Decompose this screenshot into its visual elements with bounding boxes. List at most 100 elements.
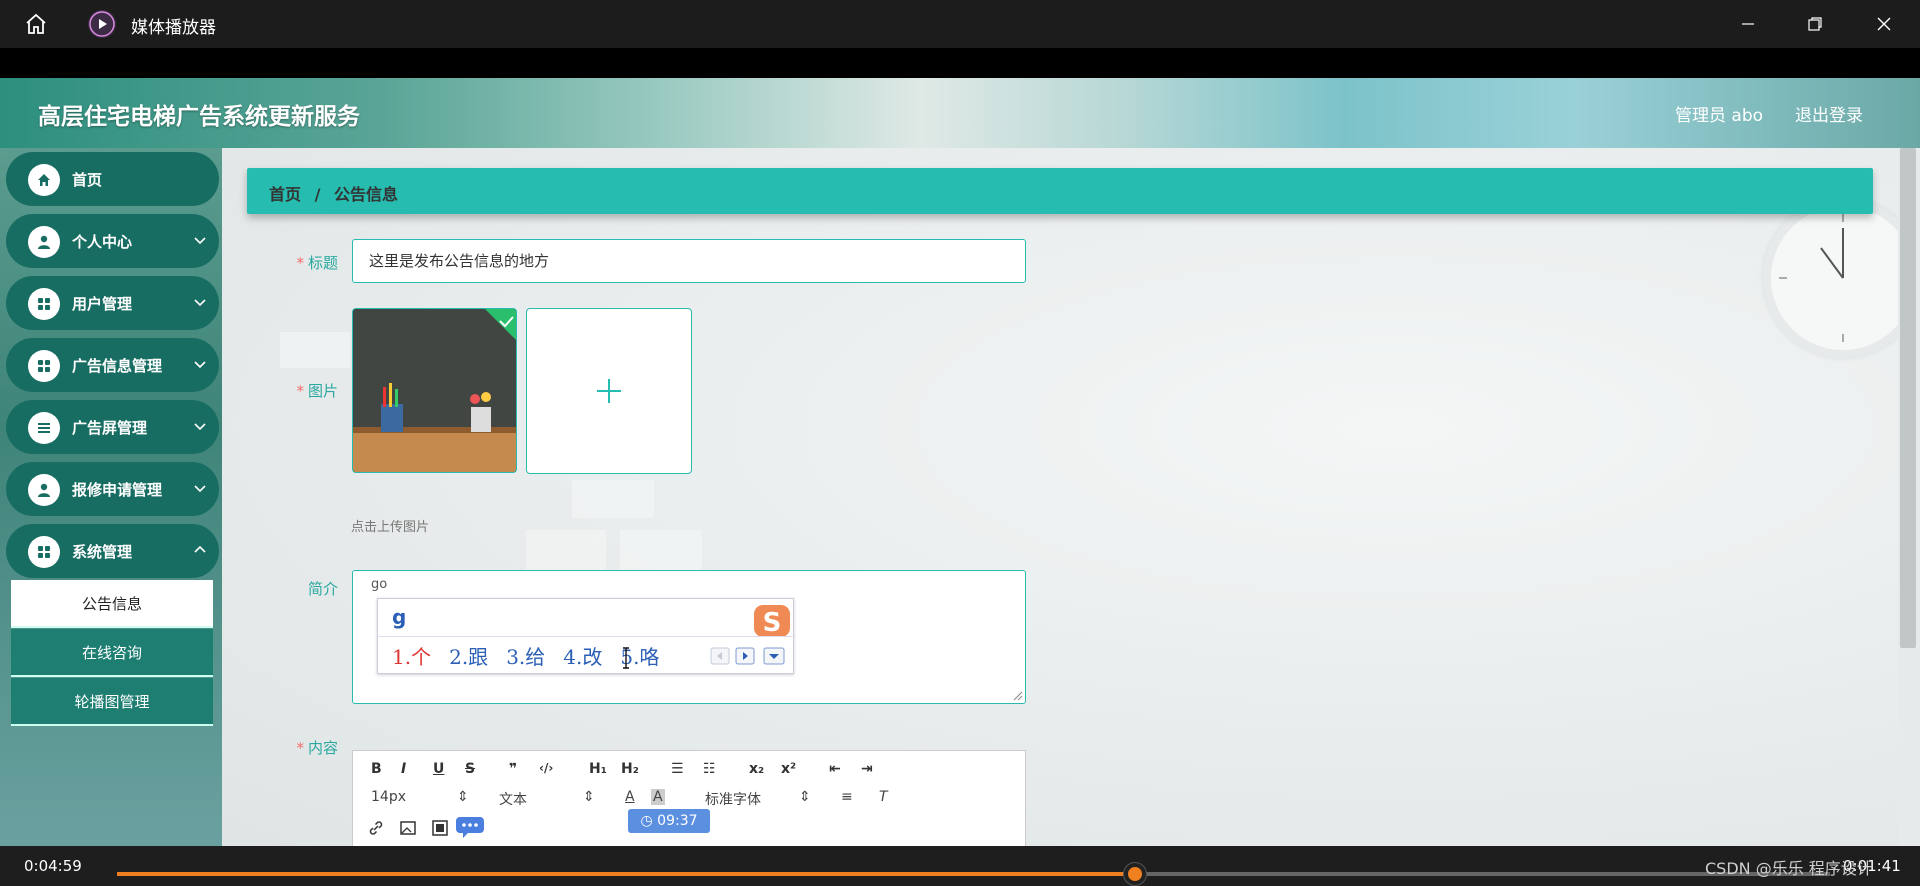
font-color-icon[interactable]: A xyxy=(625,789,635,805)
playback-controls: 0:04:59 0:01:41 xyxy=(0,846,1920,886)
chevron-up-icon xyxy=(194,545,206,553)
chat-bubble-icon[interactable] xyxy=(455,815,485,839)
sidebar-item-label: 报修申请管理 xyxy=(72,481,163,499)
sidebar-subitem-announcements[interactable]: 公告信息 xyxy=(11,580,213,628)
background-decoration xyxy=(526,530,606,570)
background-decoration xyxy=(280,332,350,368)
seek-bar-thumb[interactable] xyxy=(1123,863,1146,885)
image-upload-button[interactable] xyxy=(526,308,692,474)
watermark: CSDN @乐乐 程序设计 xyxy=(1705,859,1873,878)
chevron-down-icon xyxy=(194,423,206,431)
restore-button[interactable] xyxy=(1787,8,1843,40)
sidebar-item-label: 广告信息管理 xyxy=(72,357,163,375)
seek-bar-progress xyxy=(117,872,1135,876)
sidebar-item-ad-info[interactable]: 广告信息管理 xyxy=(6,338,219,392)
font-size-select[interactable]: 14px xyxy=(371,789,406,805)
breadcrumb-current: 公告信息 xyxy=(334,185,399,204)
text-cursor-icon xyxy=(623,647,629,669)
background-color-icon[interactable]: A xyxy=(651,789,665,805)
breadcrumb-bar: 首页 / 公告信息 xyxy=(247,168,1873,214)
sidebar-subitem-carousel[interactable]: 轮播图管理 xyxy=(11,678,213,726)
ordered-list-button[interactable]: ☰ xyxy=(671,761,684,777)
plus-icon xyxy=(597,379,621,403)
close-button[interactable] xyxy=(1856,8,1912,40)
chevron-updown-icon: ⇕ xyxy=(799,789,811,805)
chevron-down-icon xyxy=(194,237,206,245)
resize-handle-icon[interactable] xyxy=(1013,691,1023,701)
title-input[interactable]: 这里是发布公告信息的地方 xyxy=(352,239,1026,283)
title-label: * 标题 xyxy=(296,254,338,272)
intro-text: go xyxy=(371,577,388,592)
intro-label: 简介 xyxy=(307,580,338,598)
bullet-list-button[interactable]: ☷ xyxy=(703,761,716,777)
h2-button[interactable]: H₂ xyxy=(621,761,639,777)
person-icon xyxy=(28,474,60,506)
list-icon xyxy=(28,412,60,444)
sidebar-subitem-consult[interactable]: 在线咨询 xyxy=(11,629,213,677)
grid-icon xyxy=(28,536,60,568)
ime-candidate[interactable]: 1.个 xyxy=(392,645,431,669)
outdent-button[interactable]: ⇤ xyxy=(829,761,841,777)
ime-expand-icon[interactable] xyxy=(760,647,786,665)
sidebar-item-system[interactable]: 系统管理 xyxy=(6,524,219,578)
ime-composition: g xyxy=(392,605,407,629)
chevron-down-icon xyxy=(194,299,206,307)
admin-label: 管理员 abo xyxy=(1675,106,1764,126)
sidebar-item-repair[interactable]: 报修申请管理 xyxy=(6,462,219,516)
page-scrollbar-thumb[interactable] xyxy=(1900,148,1916,648)
sidebar-item-home[interactable]: 首页 xyxy=(6,152,219,206)
grid-icon xyxy=(28,288,60,320)
indent-button[interactable]: ⇥ xyxy=(861,761,873,777)
ime-next-icon[interactable] xyxy=(735,647,755,665)
sidebar-item-label: 用户管理 xyxy=(72,295,133,313)
breadcrumb-separator: / xyxy=(314,185,321,204)
ime-candidate[interactable]: 4.改 xyxy=(563,645,602,669)
player-titlebar: 媒体播放器 xyxy=(0,0,1920,48)
site-title: 高层住宅电梯广告系统更新服务 xyxy=(38,104,360,130)
align-icon[interactable]: ≡ xyxy=(841,789,853,805)
ime-candidate[interactable]: 2.跟 xyxy=(449,645,488,669)
h1-button[interactable]: H₁ xyxy=(589,761,607,777)
superscript-button[interactable]: x² xyxy=(781,761,796,777)
blockquote-button[interactable]: ❞ xyxy=(509,761,517,777)
video-icon[interactable] xyxy=(431,819,449,837)
chevron-down-icon xyxy=(194,361,206,369)
person-icon xyxy=(28,226,60,258)
font-family-select[interactable]: 标准字体 xyxy=(705,789,761,809)
content-label: * 内容 xyxy=(296,739,338,757)
sidebar-item-personal[interactable]: 个人中心 xyxy=(6,214,219,268)
home-icon[interactable] xyxy=(22,10,50,38)
breadcrumb-home[interactable]: 首页 xyxy=(269,185,301,204)
media-player-logo-icon xyxy=(88,10,116,38)
site-header: 高层住宅电梯广告系统更新服务 管理员 abo 退出登录 xyxy=(0,78,1920,148)
link-icon[interactable] xyxy=(367,819,385,837)
italic-button[interactable]: I xyxy=(401,761,406,777)
image-label: * 图片 xyxy=(296,382,338,400)
bold-button[interactable]: B xyxy=(371,761,382,777)
ime-prev-icon[interactable] xyxy=(710,647,730,665)
breadcrumb: 首页 / 公告信息 xyxy=(269,181,406,205)
clear-format-icon[interactable]: T xyxy=(879,789,888,805)
strike-button[interactable]: S xyxy=(465,761,475,777)
ime-candidate-window: g S 1.个 2.跟 3.给 4.改 5.咯 xyxy=(377,598,795,674)
code-button[interactable]: ‹/› xyxy=(539,761,553,775)
uploaded-image-thumbnail[interactable] xyxy=(352,308,517,473)
image-icon[interactable] xyxy=(399,819,417,837)
sidebar-item-label: 个人中心 xyxy=(72,233,133,251)
subscript-button[interactable]: x₂ xyxy=(749,761,764,777)
sidebar-item-ad-screen[interactable]: 广告屏管理 xyxy=(6,400,219,454)
background-decoration xyxy=(572,480,654,518)
sidebar-item-label: 首页 xyxy=(72,171,103,189)
ime-candidate[interactable]: 3.给 xyxy=(506,645,545,669)
sogou-logo-icon: S xyxy=(754,605,790,638)
minimize-button[interactable] xyxy=(1720,8,1776,40)
sidebar-item-label: 系统管理 xyxy=(72,543,133,561)
logout-link[interactable]: 退出登录 xyxy=(1795,101,1863,126)
svg-text:S: S xyxy=(763,608,782,638)
chevron-updown-icon: ⇕ xyxy=(457,789,469,805)
app-title: 媒体播放器 xyxy=(131,18,216,38)
paragraph-select[interactable]: 文本 xyxy=(499,789,527,809)
underline-button[interactable]: U xyxy=(433,761,444,777)
grid-icon xyxy=(28,350,60,382)
sidebar-item-users[interactable]: 用户管理 xyxy=(6,276,219,330)
